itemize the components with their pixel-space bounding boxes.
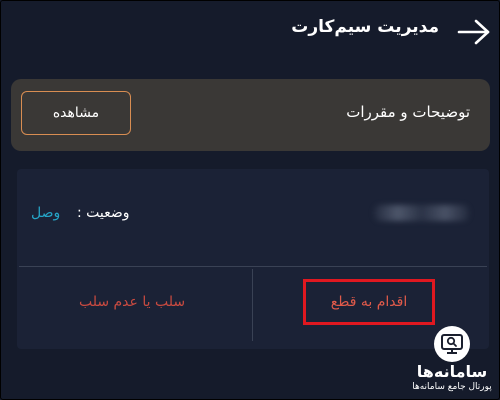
page-title: مدیریت سیم‌کارت xyxy=(291,17,439,37)
watermark-subtitle: پورتال جامع سامانه‌ها xyxy=(412,382,492,392)
status-label: وضعیت : xyxy=(77,205,130,221)
header: مدیریت سیم‌کارت xyxy=(1,1,499,61)
terms-label: توضیحات و مقررات xyxy=(346,103,470,121)
watermark-logo: سامانه‌ها پورتال جامع سامانه‌ها xyxy=(406,326,498,396)
status-row: وضعیت : وصل xyxy=(17,199,489,229)
sim-card: وضعیت : وصل اقدام به قطع سلب یا عدم سلب xyxy=(17,169,489,349)
view-button[interactable]: مشاهده xyxy=(21,91,131,135)
terms-card: توضیحات و مقررات مشاهده xyxy=(11,79,490,151)
app-screen: مدیریت سیم‌کارت توضیحات و مقررات مشاهده … xyxy=(0,0,500,400)
watermark-title: سامانه‌ها xyxy=(416,362,488,381)
monitor-search-icon xyxy=(434,326,470,362)
vertical-divider xyxy=(252,269,253,341)
block-unblock-button[interactable]: سلب یا عدم سلب xyxy=(57,279,207,325)
divider xyxy=(19,266,487,267)
arrow-right-icon[interactable] xyxy=(456,16,492,48)
disconnect-button[interactable]: اقدام به قطع xyxy=(303,279,435,325)
blurred-phone-number xyxy=(374,205,469,221)
status-value: وصل xyxy=(31,205,61,221)
